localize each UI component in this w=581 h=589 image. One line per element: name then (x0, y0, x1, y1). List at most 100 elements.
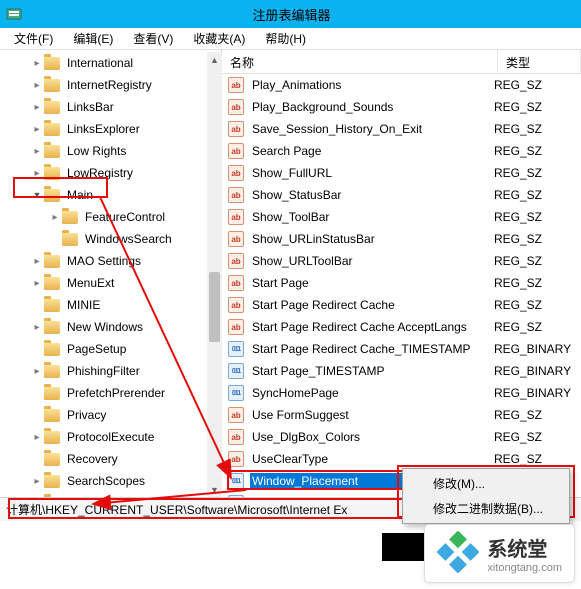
list-body[interactable]: abPlay_AnimationsREG_SZabPlay_Background… (222, 74, 581, 497)
tree-item[interactable]: ▸ FeatureControl (0, 206, 221, 228)
list-row[interactable]: abStart PageREG_SZ (222, 272, 581, 294)
menu-favorites[interactable]: 收藏夹(A) (183, 28, 255, 49)
chevron-right-icon[interactable]: ▸ (30, 430, 44, 444)
tree-item[interactable]: ▸LinksExplorer (0, 118, 221, 140)
folder-icon (44, 453, 60, 466)
tree-item[interactable]: PageSetup (0, 338, 221, 360)
list-row[interactable]: 011SyncHomePageREG_BINARY (222, 382, 581, 404)
value-type: REG_SZ (494, 144, 542, 158)
menu-help[interactable]: 帮助(H) (255, 28, 316, 49)
list-row[interactable]: abUse_DlgBox_ColorsREG_SZ (222, 426, 581, 448)
tree-item[interactable]: ▸ LinksBar (0, 96, 221, 118)
tree-item[interactable]: ▸Security (0, 492, 221, 497)
tree-item[interactable]: ▸ PhishingFilter (0, 360, 221, 382)
scroll-thumb[interactable] (209, 272, 220, 342)
list-row[interactable]: abShow_StatusBarREG_SZ (222, 184, 581, 206)
tree-item[interactable]: ▸ Low Rights (0, 140, 221, 162)
value-type: REG_SZ (494, 78, 542, 92)
value-name: UseClearType (250, 451, 494, 467)
tree-item[interactable]: ▸New Windows (0, 316, 221, 338)
value-name: Play_Animations (250, 77, 494, 93)
list-row[interactable]: abShow_ToolBarREG_SZ (222, 206, 581, 228)
tree-item[interactable]: Recovery (0, 448, 221, 470)
list-row[interactable]: abShow_FullURLREG_SZ (222, 162, 581, 184)
list-row[interactable]: abPlay_Background_SoundsREG_SZ (222, 96, 581, 118)
list-row[interactable]: abStart Page Redirect CacheREG_SZ (222, 294, 581, 316)
chevron-right-icon[interactable]: ▸ (30, 122, 44, 136)
chevron-right-icon[interactable]: ▸ (30, 254, 44, 268)
tree-item[interactable]: MINIE (0, 294, 221, 316)
chevron-right-icon[interactable]: ▸ (30, 276, 44, 290)
tree-label: Privacy (64, 407, 109, 423)
watermark-title: 系统堂 (487, 533, 562, 562)
list-row[interactable]: abSearch PageREG_SZ (222, 140, 581, 162)
tree-item[interactable]: ▸ ProtocolExecute (0, 426, 221, 448)
value-type: REG_SZ (494, 430, 542, 444)
chevron-right-icon[interactable]: ▸ (30, 100, 44, 114)
column-type-header[interactable]: 类型 (498, 50, 581, 73)
list-row[interactable]: abUseClearTypeREG_SZ (222, 448, 581, 470)
list-row[interactable]: abShow_URLinStatusBarREG_SZ (222, 228, 581, 250)
binary-value-icon: 011 (228, 473, 244, 489)
list-row[interactable]: abSave_Session_History_On_ExitREG_SZ (222, 118, 581, 140)
chevron-right-icon[interactable]: ▸ (30, 166, 44, 180)
tree-label: Low Rights (64, 143, 129, 159)
chevron-right-icon[interactable]: ▸ (30, 320, 44, 334)
tree-label: ProtocolExecute (64, 429, 157, 445)
context-modify-binary[interactable]: 修改二进制数据(B)... (405, 496, 567, 521)
list-row[interactable]: abStart Page Redirect Cache AcceptLangsR… (222, 316, 581, 338)
menu-view[interactable]: 查看(V) (123, 28, 183, 49)
folder-icon (44, 79, 60, 92)
expander-none (30, 452, 44, 466)
tree-item[interactable]: ▸International (0, 52, 221, 74)
chevron-right-icon[interactable]: ▸ (30, 496, 44, 497)
expander-none (30, 342, 44, 356)
tree-item[interactable]: Privacy (0, 404, 221, 426)
value-type: REG_BINARY (494, 386, 571, 400)
menu-file[interactable]: 文件(F) (4, 28, 63, 49)
context-modify[interactable]: 修改(M)... (405, 471, 567, 496)
list-row[interactable]: abUse FormSuggestREG_SZ (222, 404, 581, 426)
tree-panel[interactable]: ▸International▸InternetRegistry▸LinksBar… (0, 50, 222, 497)
column-name-header[interactable]: 名称 (222, 50, 498, 73)
chevron-right-icon[interactable]: ▸ (30, 364, 44, 378)
expander-none (48, 232, 62, 246)
tree-item[interactable]: ▾Main (0, 184, 221, 206)
tree-item[interactable]: ▸SearchScopes (0, 470, 221, 492)
value-type: REG_SZ (494, 298, 542, 312)
string-value-icon: ab (228, 451, 244, 467)
chevron-right-icon[interactable]: ▸ (30, 78, 44, 92)
list-row[interactable]: 011Start Page Redirect Cache_TIMESTAMPRE… (222, 338, 581, 360)
chevron-right-icon[interactable]: ▸ (30, 144, 44, 158)
folder-icon (62, 211, 78, 224)
tree-item[interactable]: ▸ MAO Settings (0, 250, 221, 272)
tree-label: LinksBar (64, 99, 117, 115)
tree-label: FeatureControl (82, 209, 168, 225)
title-bar: 注册表编辑器 (0, 0, 581, 28)
list-row[interactable]: abPlay_AnimationsREG_SZ (222, 74, 581, 96)
tree-item[interactable]: ▸ MenuExt (0, 272, 221, 294)
chevron-right-icon[interactable]: ▸ (30, 56, 44, 70)
tree-item[interactable]: WindowsSearch (0, 228, 221, 250)
value-type: REG_SZ (494, 276, 542, 290)
tree-label: PhishingFilter (64, 363, 143, 379)
list-row[interactable]: abShow_URLToolBarREG_SZ (222, 250, 581, 272)
scroll-up-icon[interactable]: ▲ (207, 52, 222, 67)
chevron-down-icon[interactable]: ▾ (30, 188, 44, 202)
folder-icon (44, 123, 60, 136)
folder-icon (44, 387, 60, 400)
list-row[interactable]: 011Start Page_TIMESTAMPREG_BINARY (222, 360, 581, 382)
scroll-down-icon[interactable]: ▼ (207, 482, 222, 497)
value-type: REG_SZ (494, 100, 542, 114)
tree-label: MAO Settings (64, 253, 144, 269)
chevron-right-icon[interactable]: ▸ (30, 474, 44, 488)
tree-item[interactable]: PrefetchPrerender (0, 382, 221, 404)
value-name: Start Page Redirect Cache AcceptLangs (250, 319, 494, 335)
tree-label: MenuExt (64, 275, 117, 291)
tree-item[interactable]: ▸LowRegistry (0, 162, 221, 184)
chevron-right-icon[interactable]: ▸ (48, 210, 62, 224)
tree-scrollbar[interactable]: ▲ ▼ (207, 52, 222, 497)
tree-item[interactable]: ▸InternetRegistry (0, 74, 221, 96)
binary-value-icon: 011 (228, 385, 244, 401)
menu-edit[interactable]: 编辑(E) (63, 28, 123, 49)
